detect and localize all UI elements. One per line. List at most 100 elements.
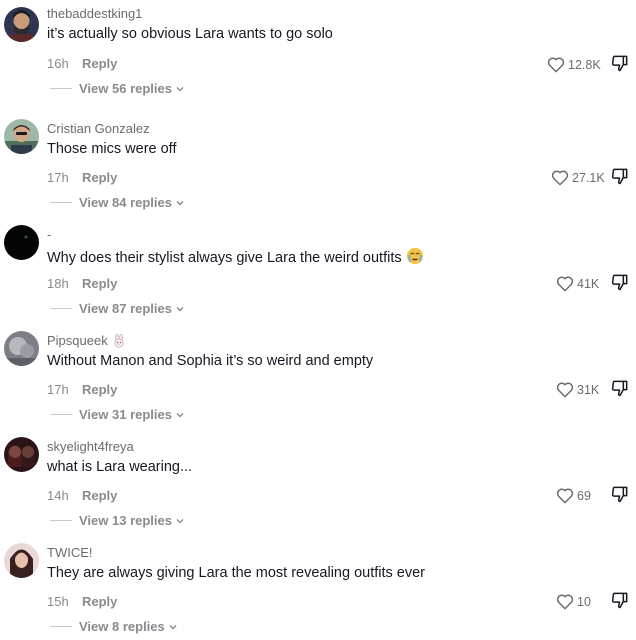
comment-username[interactable]: - bbox=[47, 227, 51, 242]
reply-button[interactable]: Reply bbox=[82, 56, 117, 71]
comment-text: it’s actually so obvious Lara wants to g… bbox=[47, 26, 333, 42]
like-count: 12.8K bbox=[568, 57, 601, 72]
view-replies-button[interactable]: View 84 replies bbox=[50, 195, 185, 210]
dislike-button[interactable] bbox=[610, 590, 630, 615]
comment-meta: 16h Reply bbox=[47, 56, 117, 71]
like-button[interactable]: 12.8K bbox=[547, 56, 601, 73]
crying-face-emoji-icon bbox=[406, 247, 423, 265]
divider bbox=[50, 202, 72, 203]
comment-username[interactable]: Pipsqueek bbox=[47, 333, 126, 348]
comment-time: 17h bbox=[47, 382, 69, 397]
heart-icon bbox=[556, 382, 574, 398]
comment-text: Why does their stylist always give Lara … bbox=[47, 247, 424, 266]
reply-button[interactable]: Reply bbox=[82, 488, 117, 503]
avatar[interactable] bbox=[4, 331, 39, 366]
heart-icon bbox=[556, 594, 574, 610]
heart-icon bbox=[551, 170, 569, 186]
view-replies-label: View 84 replies bbox=[79, 195, 172, 210]
comment-text-body: Why does their stylist always give Lara … bbox=[47, 250, 402, 266]
chevron-down-icon bbox=[176, 200, 184, 205]
divider bbox=[50, 520, 72, 521]
comment-item: thebaddestking1 it’s actually so obvious… bbox=[0, 0, 636, 106]
dislike-button[interactable] bbox=[610, 378, 630, 403]
thumbs-down-icon bbox=[611, 380, 628, 397]
like-button[interactable]: 27.1K bbox=[551, 169, 605, 186]
like-count: 27.1K bbox=[572, 170, 605, 185]
avatar[interactable] bbox=[4, 7, 39, 42]
thumbs-down-icon bbox=[611, 592, 628, 609]
view-replies-button[interactable]: View 8 replies bbox=[50, 619, 178, 634]
comment-text: what is Lara wearing... bbox=[47, 459, 193, 475]
like-count: 31K bbox=[577, 382, 600, 397]
reply-button[interactable]: Reply bbox=[82, 382, 117, 397]
comment-username[interactable]: thebaddestking1 bbox=[47, 6, 142, 21]
avatar[interactable] bbox=[4, 119, 39, 154]
comment-meta: 15h Reply bbox=[47, 594, 117, 609]
chevron-down-icon bbox=[176, 518, 184, 523]
dislike-button[interactable] bbox=[610, 272, 630, 297]
comment-username[interactable]: Cristian Gonzalez bbox=[47, 121, 150, 136]
view-replies-label: View 31 replies bbox=[79, 407, 172, 422]
thumbs-down-icon bbox=[611, 168, 628, 185]
username-text: Pipsqueek bbox=[47, 333, 108, 348]
comment-item: - Why does their stylist always give Lar… bbox=[0, 212, 636, 318]
comment-time: 15h bbox=[47, 594, 69, 609]
like-button[interactable]: 31K bbox=[556, 381, 599, 398]
comment-time: 18h bbox=[47, 276, 69, 291]
heart-icon bbox=[547, 57, 565, 73]
like-count: 10 bbox=[577, 594, 591, 609]
comment-username[interactable]: TWICE! bbox=[47, 545, 93, 560]
comment-item: skyelight4freya what is Lara wearing... … bbox=[0, 424, 636, 530]
reply-button[interactable]: Reply bbox=[82, 170, 117, 185]
chevron-down-icon bbox=[169, 624, 177, 629]
divider bbox=[50, 414, 72, 415]
view-replies-button[interactable]: View 87 replies bbox=[50, 301, 185, 316]
rabbit-face-emoji-icon bbox=[114, 334, 124, 348]
reply-button[interactable]: Reply bbox=[82, 276, 117, 291]
comment-text: Those mics were off bbox=[47, 141, 177, 157]
chevron-down-icon bbox=[176, 86, 184, 91]
view-replies-label: View 8 replies bbox=[79, 619, 165, 634]
heart-icon bbox=[556, 488, 574, 504]
view-replies-button[interactable]: View 31 replies bbox=[50, 407, 185, 422]
view-replies-button[interactable]: View 56 replies bbox=[50, 81, 185, 96]
view-replies-label: View 87 replies bbox=[79, 301, 172, 316]
comment-meta: 17h Reply bbox=[47, 382, 117, 397]
view-replies-label: View 56 replies bbox=[79, 81, 172, 96]
thumbs-down-icon bbox=[611, 274, 628, 291]
like-button[interactable]: 69 bbox=[556, 487, 591, 504]
reply-button[interactable]: Reply bbox=[82, 594, 117, 609]
view-replies-button[interactable]: View 13 replies bbox=[50, 513, 185, 528]
heart-icon bbox=[556, 276, 574, 292]
like-button[interactable]: 41K bbox=[556, 275, 599, 292]
dislike-button[interactable] bbox=[610, 166, 630, 191]
comment-meta: 18h Reply bbox=[47, 276, 117, 291]
comment-time: 16h bbox=[47, 56, 69, 71]
comment-time: 17h bbox=[47, 170, 69, 185]
dislike-button[interactable] bbox=[610, 53, 630, 78]
comment-time: 14h bbox=[47, 488, 69, 503]
like-button[interactable]: 10 bbox=[556, 593, 591, 610]
view-replies-label: View 13 replies bbox=[79, 513, 172, 528]
divider bbox=[50, 308, 72, 309]
chevron-down-icon bbox=[176, 412, 184, 417]
thumbs-down-icon bbox=[611, 55, 628, 72]
comment-item: Cristian Gonzalez Those mics were off 17… bbox=[0, 106, 636, 212]
comment-text: They are always giving Lara the most rev… bbox=[47, 565, 425, 581]
comment-meta: 17h Reply bbox=[47, 170, 117, 185]
comment-meta: 14h Reply bbox=[47, 488, 117, 503]
avatar[interactable] bbox=[4, 225, 39, 260]
avatar[interactable] bbox=[4, 437, 39, 472]
comment-item: Pipsqueek Without Manon and Sophia it’s … bbox=[0, 318, 636, 424]
comment-username[interactable]: skyelight4freya bbox=[47, 439, 134, 454]
divider bbox=[50, 88, 72, 89]
avatar[interactable] bbox=[4, 543, 39, 578]
like-count: 41K bbox=[577, 276, 600, 291]
chevron-down-icon bbox=[176, 306, 184, 311]
like-count: 69 bbox=[577, 488, 591, 503]
thumbs-down-icon bbox=[611, 486, 628, 503]
comment-text: Without Manon and Sophia it’s so weird a… bbox=[47, 353, 374, 369]
dislike-button[interactable] bbox=[610, 484, 630, 509]
divider bbox=[50, 626, 72, 627]
comment-item: TWICE! They are always giving Lara the m… bbox=[0, 530, 636, 636]
